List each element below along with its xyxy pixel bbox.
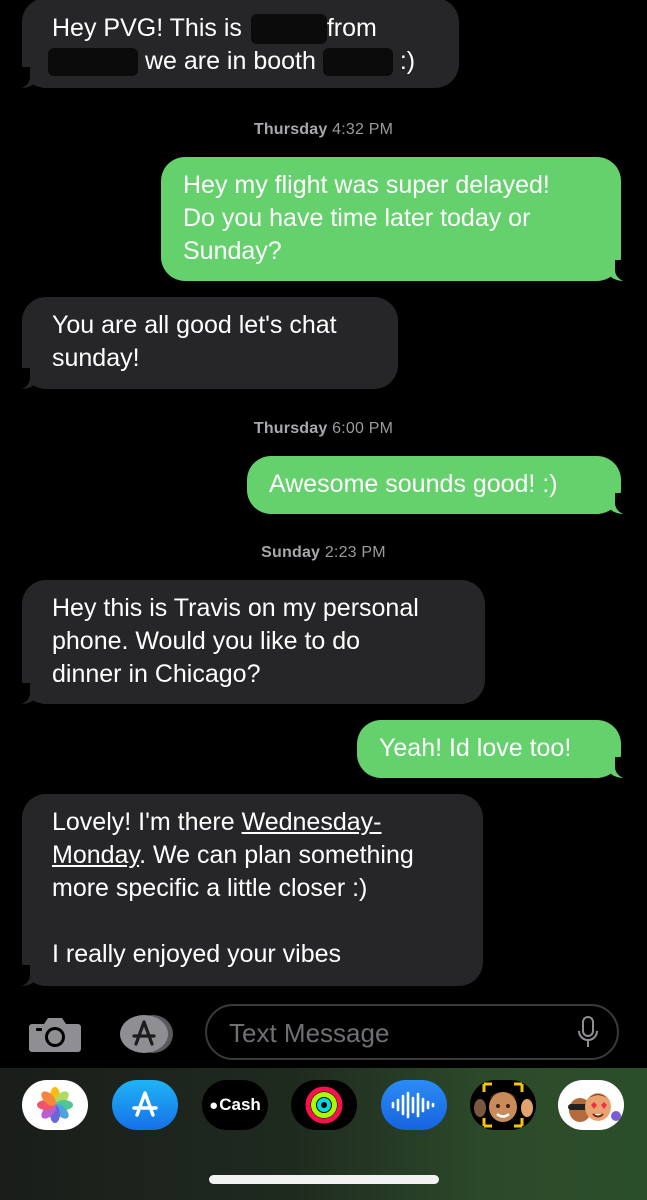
redacted-booth-number [322,48,393,77]
message-text: from [326,14,377,42]
timestamp-time: 2:23 PM [324,544,386,561]
message-text: Yeah! Id love too! [379,734,572,762]
camera-icon[interactable] [28,1014,82,1054]
message-text: dinner in Chicago? [52,660,261,688]
message-text: You are all good let's chat [52,311,337,339]
redacted-company [48,48,138,77]
message-text: more specific a little closer :) [52,874,368,902]
message-text: Awesome sounds good! :) [269,470,558,498]
message-text: :) [399,47,416,75]
app-store-app-icon[interactable] [112,1080,178,1130]
timestamp: Sunday 2:23 PM [0,544,647,562]
microphone-icon[interactable] [577,1016,599,1050]
message-thread[interactable]: Hey PVG! This is from we are in booth :)… [0,0,647,1000]
timestamp: Thursday 6:00 PM [0,420,647,438]
cash-app-icon[interactable]: ● Cash [202,1080,268,1130]
message-text [52,905,465,938]
message-text: sunday! [52,344,140,372]
date-link[interactable]: Monday [52,841,139,869]
audio-message-icon[interactable] [381,1080,447,1130]
timestamp-day: Sunday [261,544,321,561]
message-bubble-incoming[interactable]: Hey this is Travis on my personal phone.… [8,580,485,705]
home-indicator[interactable] [209,1175,439,1184]
message-bubble-outgoing[interactable]: Awesome sounds good! :) [247,456,637,515]
date-link[interactable]: Wednesday- [242,808,382,836]
redacted-name [250,14,327,45]
text-message-placeholder: Text Message [229,1018,390,1048]
message-bubble-outgoing[interactable]: Hey my flight was super delayed! Do you … [161,157,637,282]
message-bubble-outgoing[interactable]: Yeah! Id love too! [357,720,637,779]
message-input-bar: Text Message [0,1000,647,1068]
memoji-stickers-icon[interactable] [558,1080,624,1130]
message-text: Hey this is Travis on my personal [52,594,419,622]
memoji-icon[interactable] [470,1080,536,1130]
message-bubble-incoming[interactable]: Hey PVG! This is from we are in booth :) [8,0,459,89]
message-bubble-incoming[interactable]: You are all good let's chat sunday! [8,297,398,390]
message-text: Hey PVG! This is [52,14,249,42]
message-text: we are in booth [144,47,316,75]
message-text: Sunday? [183,237,282,265]
app-store-button-icon[interactable] [116,1014,174,1054]
message-text: Hey my flight was super delayed! [183,171,550,199]
message-bubble-incoming[interactable]: Lovely! I'm there Wednesday- Monday. We … [8,794,483,987]
timestamp: Thursday 4:32 PM [0,121,647,139]
timestamp-time: 6:00 PM [332,420,394,437]
text-message-field[interactable]: Text Message [205,1004,619,1060]
apple-logo-icon: ● [209,1096,219,1114]
cash-app-label: Cash [219,1095,261,1114]
photos-app-icon[interactable] [22,1080,88,1130]
message-text: Do you have time later today or [183,204,531,232]
timestamp-day: Thursday [253,121,328,138]
message-text: . We can plan something [139,841,414,869]
message-text: Lovely! I'm there [52,808,242,836]
imessage-app-drawer: ● Cash [0,1068,647,1200]
message-text: I really enjoyed your vibes [52,940,342,968]
message-text: phone. Would you like to do [52,627,361,655]
timestamp-time: 4:32 PM [332,121,394,138]
timestamp-day: Thursday [253,420,328,437]
fitness-activity-icon[interactable] [291,1080,357,1130]
